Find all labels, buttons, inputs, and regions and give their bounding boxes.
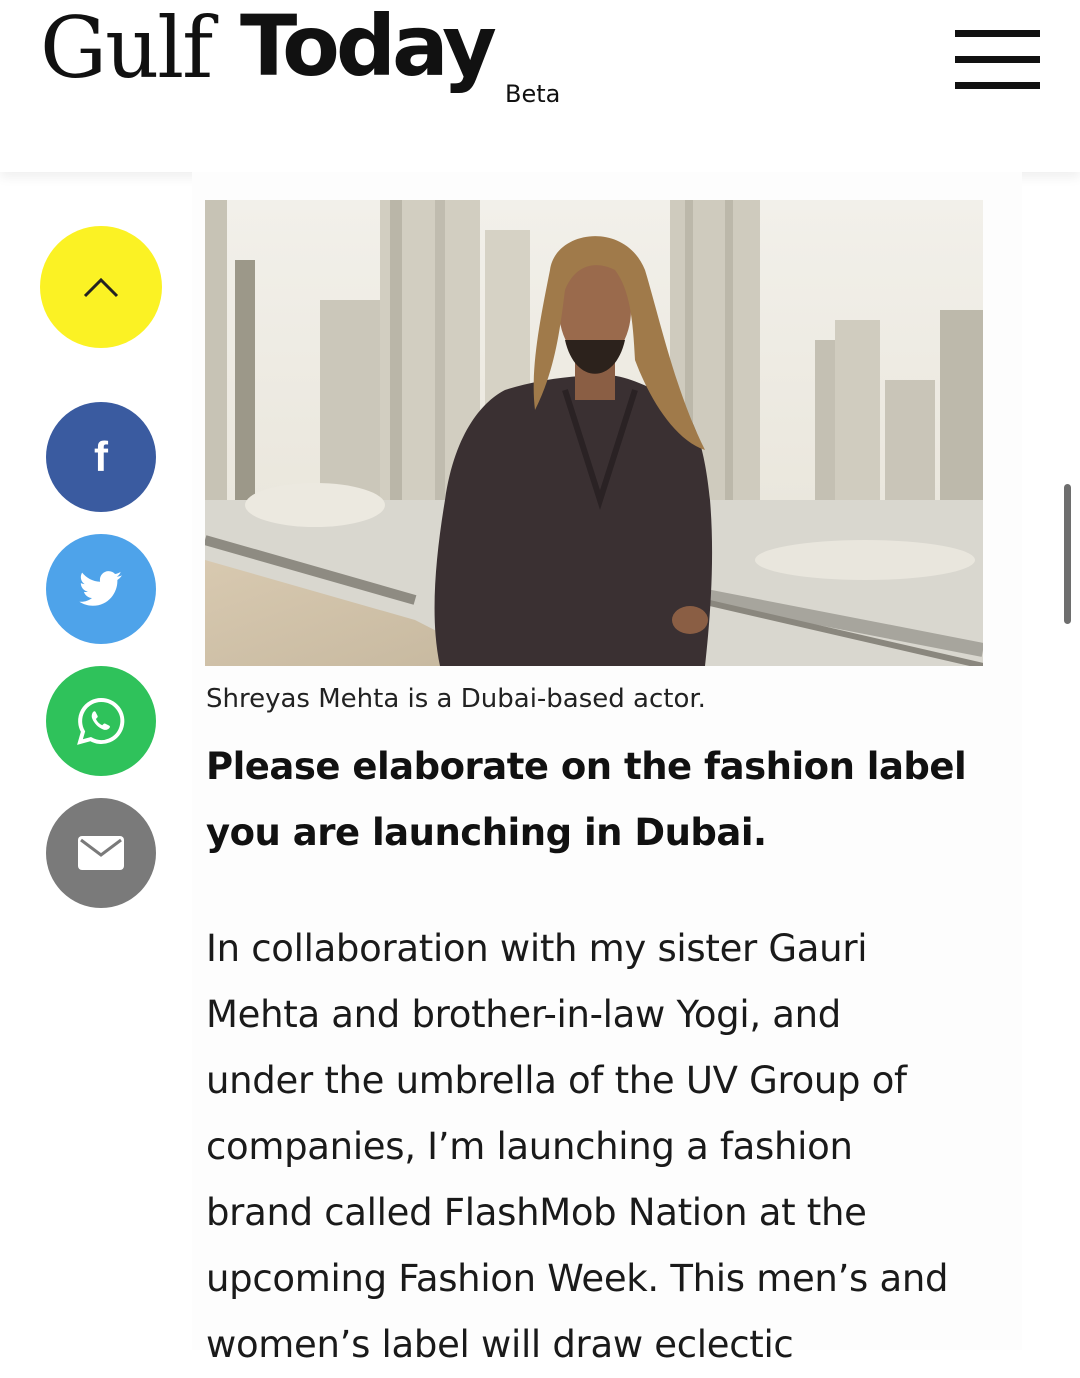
article-photo	[205, 200, 983, 666]
envelope-icon	[78, 836, 124, 870]
twitter-share-button[interactable]	[46, 534, 156, 644]
answer-line: In collaboration with my sister Gauri	[206, 927, 868, 970]
answer-line: upcoming Fashion Week. This men’s and	[206, 1257, 949, 1300]
question-line: you are launching in Dubai.	[206, 811, 767, 854]
photo-caption: Shreyas Mehta is a Dubai-based actor.	[206, 684, 706, 714]
page-scrollbar[interactable]	[1064, 484, 1071, 624]
scroll-to-top-button[interactable]	[40, 226, 162, 348]
logo-text-today[interactable]: Today	[240, 4, 497, 88]
whatsapp-share-button[interactable]	[46, 666, 156, 776]
question-line: Please elaborate on the fashion label	[206, 745, 967, 788]
chevron-up-icon	[83, 277, 119, 298]
answer-line: companies, I’m launching a fashion	[206, 1125, 853, 1168]
answer-line: Mehta and brother-in-law Yogi, and	[206, 993, 841, 1036]
beta-badge: Beta	[505, 80, 561, 108]
email-share-button[interactable]	[46, 798, 156, 908]
logo-text-gulf[interactable]: Gulf	[40, 6, 213, 90]
facebook-icon: f	[94, 433, 108, 480]
whatsapp-icon	[77, 697, 125, 745]
interview-answer: In collaboration with my sister Gauri Me…	[206, 916, 1026, 1378]
answer-line: brand called FlashMob Nation at the	[206, 1191, 867, 1234]
interview-question: Please elaborate on the fashion label yo…	[206, 734, 1006, 866]
twitter-bird-icon	[79, 571, 122, 606]
answer-line: under the umbrella of the UV Group of	[206, 1059, 907, 1102]
answer-line: women’s label will draw eclectic	[206, 1323, 794, 1366]
facebook-share-button[interactable]: f	[46, 402, 156, 512]
site-header: Gulf Today Beta	[0, 0, 1080, 172]
hamburger-menu-icon[interactable]	[955, 30, 1040, 92]
